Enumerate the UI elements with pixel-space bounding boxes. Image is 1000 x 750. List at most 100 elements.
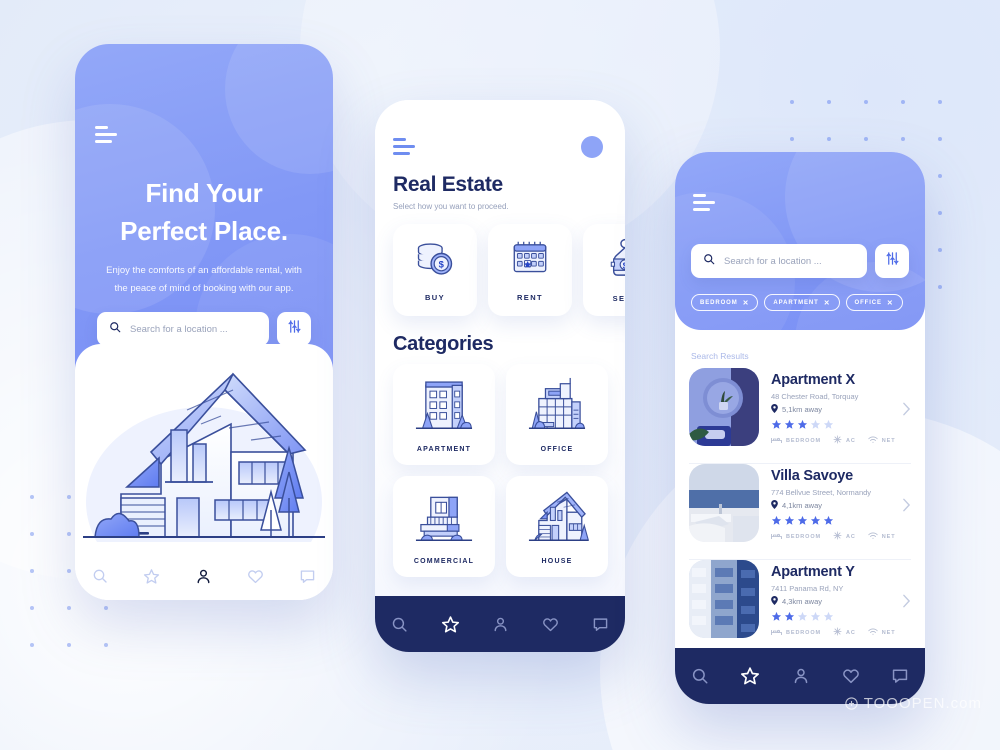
action-card-buy[interactable]: $ BUY <box>393 224 477 316</box>
categories-grid: APARTMENT OFFICE COMMERCIAL HOUSE <box>393 364 608 577</box>
apartment-building-icon <box>411 377 477 440</box>
amenity-label-net: NET <box>881 437 896 444</box>
watermark-logo-icon <box>845 697 858 710</box>
chip-label: OFFICE <box>854 299 882 306</box>
villa-rooftop-sea-photo <box>689 464 759 542</box>
listing-distance: 5,1km away <box>771 404 911 415</box>
nav-person-icon[interactable] <box>195 568 212 585</box>
bottom-nav-home <box>375 596 625 652</box>
amenity-label-ac: AC <box>846 629 856 636</box>
nav-person-icon[interactable] <box>792 667 810 685</box>
category-card-house[interactable]: HOUSE <box>506 476 608 577</box>
listing-info: Apartment X 48 Chester Road, Torquay 5,1… <box>771 368 911 463</box>
nav-person-icon[interactable] <box>492 616 509 633</box>
listing-item[interactable]: Apartment Y 7411 Panama Rd, NY 4,3km awa… <box>675 560 925 655</box>
category-label: APARTMENT <box>416 445 472 453</box>
nav-heart-icon[interactable] <box>842 667 860 685</box>
office-building-icon <box>524 377 590 440</box>
action-card-rent[interactable]: RENT <box>488 224 572 316</box>
listing-address: 7411 Panama Rd, NY <box>771 584 844 593</box>
search-placeholder-text: Search for a location ... <box>724 255 822 267</box>
onboarding-subtitle-line1: Enjoy the comforts of an affordable rent… <box>106 265 302 276</box>
action-card-label: BUY <box>424 292 446 302</box>
nav-chat-icon[interactable] <box>592 616 609 633</box>
category-label: OFFICE <box>540 445 574 453</box>
glass-tower-photo <box>689 560 759 638</box>
listing-item[interactable]: Villa Savoye 774 Bellvue Street, Normand… <box>675 464 925 559</box>
price-tag-dollar-icon: $ <box>605 238 625 285</box>
chevron-right-icon[interactable] <box>902 498 911 517</box>
nav-star-icon[interactable] <box>441 615 460 634</box>
onboarding-title-line2: Perfect Place. <box>120 216 288 247</box>
rating-stars <box>771 515 911 526</box>
location-pin-icon <box>771 596 778 607</box>
listing-thumbnail <box>689 464 759 542</box>
onboarding-search-row: Search for a location ... <box>97 312 311 346</box>
listing-address: 48 Chester Road, Torquay <box>771 392 859 401</box>
nav-chat-icon[interactable] <box>299 568 316 585</box>
nav-star-icon[interactable] <box>143 568 160 585</box>
listing-info: Villa Savoye 774 Bellvue Street, Normand… <box>771 464 911 559</box>
filter-chip-office[interactable]: OFFICE ✕ <box>845 294 903 311</box>
coins-dollar-icon: $ <box>413 239 457 284</box>
svg-text:$: $ <box>439 258 445 269</box>
results-hero: Search for a location ... BEDROOM ✕ APAR… <box>675 152 925 330</box>
nav-search-icon[interactable] <box>92 568 108 584</box>
chevron-right-icon[interactable] <box>902 594 911 613</box>
filter-chip-apartment[interactable]: APARTMENT ✕ <box>764 294 840 311</box>
listing-item[interactable]: Apartment X 48 Chester Road, Torquay 5,1… <box>675 368 925 463</box>
chevron-right-icon[interactable] <box>902 402 911 421</box>
phone-results-screen: Search for a location ... BEDROOM ✕ APAR… <box>675 152 925 704</box>
nav-heart-icon[interactable] <box>247 568 264 585</box>
category-card-commercial[interactable]: COMMERCIAL <box>393 476 495 577</box>
filter-button[interactable] <box>277 312 311 346</box>
house-icon <box>524 489 590 552</box>
page-subtitle: Select how you want to proceed. <box>393 202 509 211</box>
hamburger-icon[interactable] <box>393 138 415 159</box>
categories-title: Categories <box>393 333 494 355</box>
location-pin-icon <box>771 500 778 511</box>
house-illustration <box>83 372 325 542</box>
onboarding-subtitle: Enjoy the comforts of an affordable rent… <box>97 262 311 297</box>
sliders-icon <box>287 319 302 339</box>
nav-search-icon[interactable] <box>391 616 408 633</box>
filter-chip-row: BEDROOM ✕ APARTMENT ✕ OFFICE ✕ <box>691 294 903 311</box>
hero-sheen <box>225 44 333 174</box>
search-input[interactable]: Search for a location ... <box>97 312 269 346</box>
avatar[interactable] <box>581 136 603 158</box>
bed-icon <box>771 436 782 446</box>
nav-search-icon[interactable] <box>691 667 709 685</box>
search-icon <box>703 252 715 270</box>
close-icon[interactable]: ✕ <box>887 299 894 307</box>
amenity-label-bedroom: BEDROOM <box>786 533 822 540</box>
category-card-office[interactable]: OFFICE <box>506 364 608 465</box>
close-icon[interactable]: ✕ <box>743 299 750 307</box>
watermark-text: TOOOPEN.com <box>863 695 982 712</box>
hamburger-icon[interactable] <box>693 194 715 215</box>
filter-chip-bedroom[interactable]: BEDROOM ✕ <box>691 294 759 311</box>
search-input[interactable]: Search for a location ... <box>691 244 867 278</box>
listing-distance: 4,3km away <box>771 596 911 607</box>
listing-distance: 4,1km away <box>771 500 911 511</box>
listing-thumbnail <box>689 368 759 446</box>
action-card-sell[interactable]: $ SELL <box>583 224 625 316</box>
nav-star-icon[interactable] <box>740 666 760 686</box>
chip-label: BEDROOM <box>700 299 738 306</box>
category-card-apartment[interactable]: APARTMENT <box>393 364 495 465</box>
hamburger-icon[interactable] <box>95 126 117 147</box>
filter-button[interactable] <box>875 244 909 278</box>
listing-amenities: BEDROOM AC NET <box>771 531 911 542</box>
listing-distance-text: 4,1km away <box>782 501 823 510</box>
nav-heart-icon[interactable] <box>542 616 559 633</box>
close-icon[interactable]: ✕ <box>824 299 831 307</box>
amenity-label-ac: AC <box>846 437 856 444</box>
ac-icon <box>833 627 842 638</box>
category-label: HOUSE <box>541 557 573 565</box>
wifi-icon <box>868 436 878 446</box>
ac-icon <box>833 435 842 446</box>
amenity-label-bedroom: BEDROOM <box>786 437 822 444</box>
nav-chat-icon[interactable] <box>891 667 909 685</box>
search-icon <box>109 320 121 338</box>
listing-list: Apartment X 48 Chester Road, Torquay 5,1… <box>675 368 925 655</box>
listing-name: Villa Savoye <box>771 468 853 484</box>
